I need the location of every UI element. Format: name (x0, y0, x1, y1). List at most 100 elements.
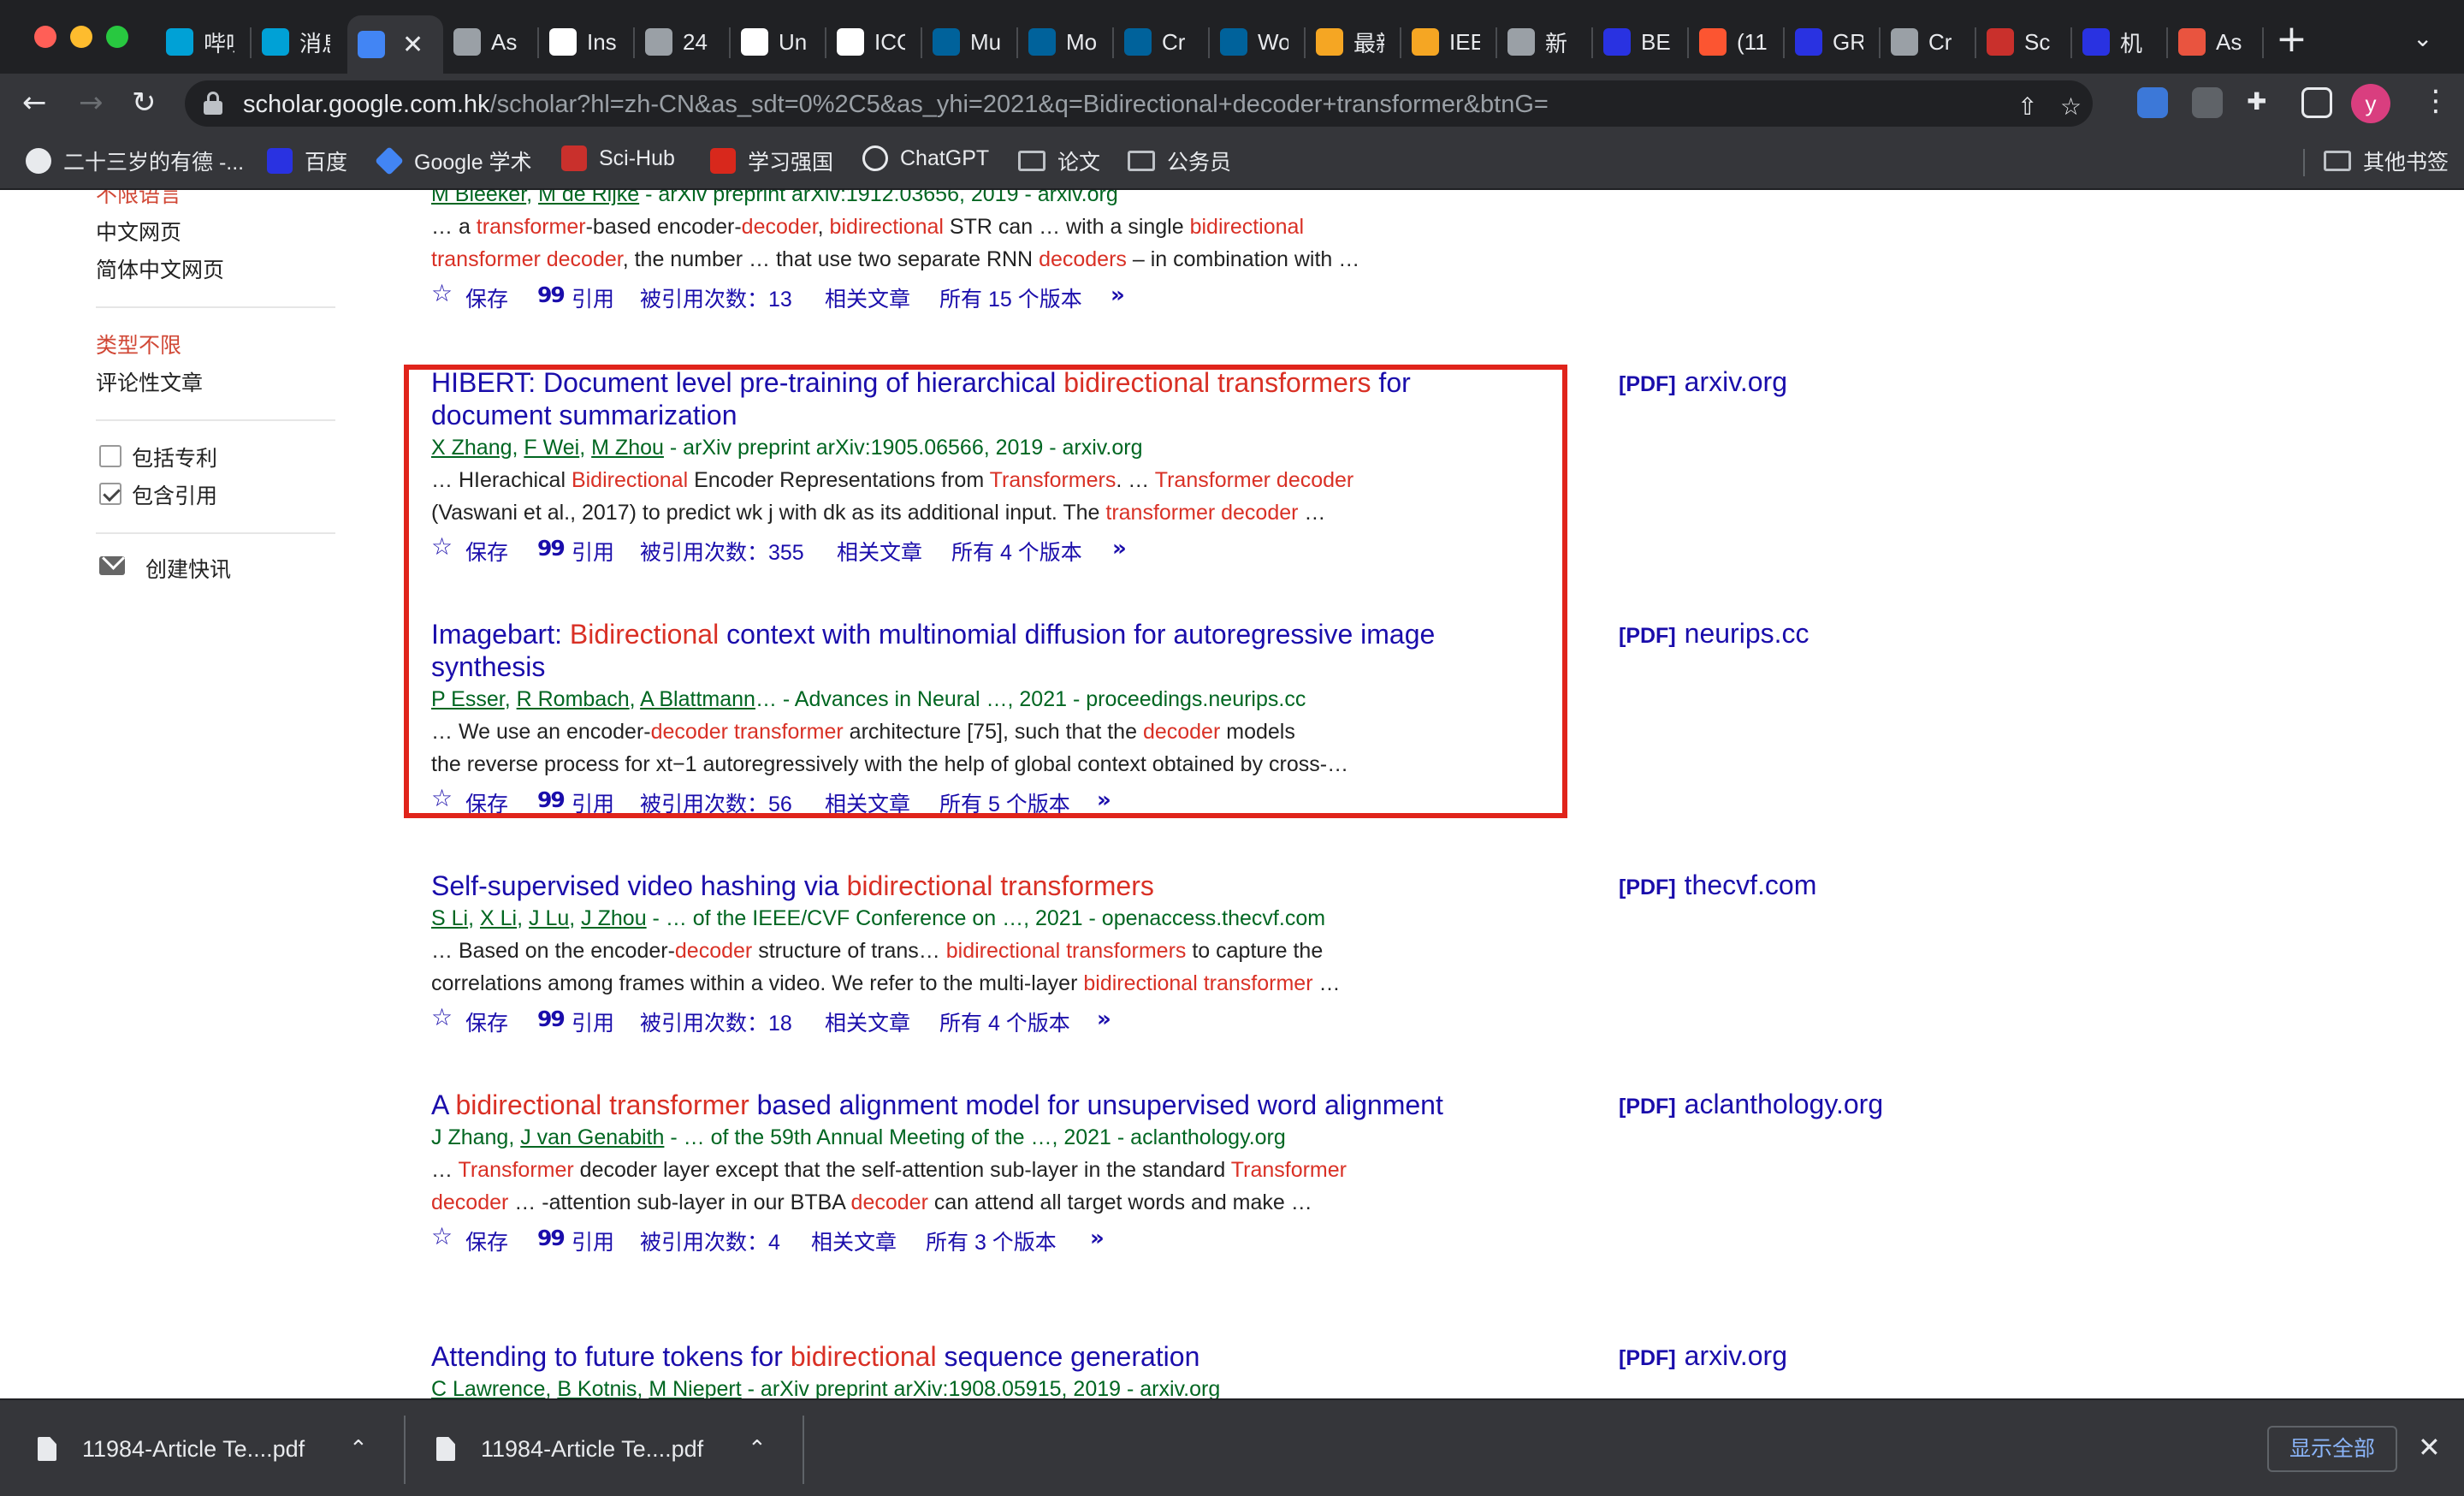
browser-tab[interactable]: Mo (1018, 15, 1114, 68)
bookmark-item[interactable]: Google 学术 (375, 145, 532, 176)
close-icon[interactable]: ✕ (2418, 1431, 2441, 1463)
save-link[interactable]: 保存 (465, 1006, 508, 1037)
extensions-puzzle-icon[interactable]: ✚ (2247, 87, 2266, 116)
author-link[interactable]: A Blattmann (640, 687, 755, 711)
browser-tab[interactable]: As (443, 15, 539, 68)
author-link[interactable]: X Zhang (431, 436, 512, 460)
more-chevron-icon[interactable]: » (1090, 1226, 1105, 1251)
side-panel-icon[interactable] (2301, 87, 2332, 118)
cited-by-link[interactable]: 被引用次数：18 (640, 1006, 792, 1037)
cite-link[interactable]: 引用 (572, 536, 614, 567)
more-chevron-icon[interactable]: » (1111, 282, 1125, 308)
envelope-icon[interactable] (99, 556, 125, 575)
pdf-link[interactable]: [PDF] neurips.cc (1619, 618, 1810, 650)
pdf-link[interactable]: [PDF] arxiv.org (1619, 366, 1787, 398)
author-link[interactable]: R Rombach (517, 687, 630, 711)
chevron-up-icon[interactable]: ⌃ (349, 1436, 368, 1462)
author-link[interactable]: M Bleeker (431, 190, 526, 206)
save-link[interactable]: 保存 (465, 282, 508, 313)
share-icon[interactable]: ⇧ (2017, 92, 2037, 121)
close-tab-icon[interactable]: ✕ (402, 30, 424, 60)
cited-by-link[interactable]: 被引用次数：56 (640, 787, 792, 818)
browser-tab[interactable]: Ins (539, 15, 635, 68)
cite-link[interactable]: 引用 (572, 787, 614, 818)
result-title-link[interactable]: A bidirectional transformer based alignm… (431, 1089, 1509, 1121)
back-arrow-icon[interactable]: ← (22, 86, 47, 120)
window-zoom-button[interactable] (106, 26, 128, 48)
related-articles-link[interactable]: 相关文章 (825, 787, 910, 818)
browser-tab[interactable]: ✕ (347, 15, 443, 74)
bookmark-item[interactable]: Sci-Hub (561, 145, 675, 171)
star-icon[interactable]: ☆ (431, 532, 453, 561)
quote-icon[interactable]: 99 (537, 536, 566, 561)
cited-by-link[interactable]: 被引用次数：13 (640, 282, 792, 313)
forward-arrow-icon[interactable]: → (79, 86, 104, 120)
save-link[interactable]: 保存 (465, 787, 508, 818)
cited-by-link[interactable]: 被引用次数：4 (640, 1226, 780, 1256)
author-link[interactable]: X Li (480, 906, 517, 930)
extension-cloud-icon[interactable] (2137, 87, 2168, 118)
browser-tab[interactable]: Wo (1210, 15, 1306, 68)
star-icon[interactable]: ☆ (431, 784, 453, 812)
url-text[interactable]: scholar.google.com.hk/scholar?hl=zh-CN&a… (243, 91, 1549, 119)
browser-tab[interactable]: Sc (1976, 15, 2072, 68)
quote-icon[interactable]: 99 (537, 787, 566, 812)
pdf-link[interactable]: [PDF] aclanthology.org (1619, 1089, 1883, 1120)
tab-search-chevron-icon[interactable]: ⌄ (2413, 24, 2432, 52)
cite-link[interactable]: 引用 (572, 1226, 614, 1256)
author-link[interactable]: M Zhou (591, 436, 664, 460)
filter-lang-zh[interactable]: 中文网页 (96, 216, 181, 246)
all-versions-link[interactable]: 所有 3 个版本 (926, 1226, 1057, 1256)
result-title-link[interactable]: Self-supervised video hashing via bidire… (431, 870, 1509, 902)
author-link[interactable]: J Zhou (581, 906, 646, 930)
filter-type-review[interactable]: 评论性文章 (96, 366, 203, 397)
filter-lang-zh-simplified[interactable]: 简体中文网页 (96, 253, 224, 284)
browser-tab[interactable]: GR (1785, 15, 1881, 68)
bookmark-folder[interactable]: 公务员 (1128, 145, 1231, 176)
profile-avatar[interactable]: y (2351, 84, 2390, 123)
author-link[interactable]: J Lu (529, 906, 569, 930)
related-articles-link[interactable]: 相关文章 (811, 1226, 897, 1256)
browser-tab[interactable]: Un (731, 15, 826, 68)
star-icon[interactable]: ☆ (431, 1222, 453, 1250)
star-icon[interactable]: ☆ (431, 279, 453, 307)
result-title-link[interactable]: HIBERT: Document level pre-training of h… (431, 366, 1509, 431)
browser-tab[interactable]: 最新 (1306, 15, 1401, 68)
download-filename[interactable]: 11984-Article Te....pdf (481, 1436, 734, 1463)
browser-tab[interactable]: Mu (922, 15, 1018, 68)
save-link[interactable]: 保存 (465, 536, 508, 567)
browser-tab[interactable]: (11 (1689, 15, 1785, 68)
download-filename[interactable]: 11984-Article Te....pdf (82, 1436, 335, 1463)
window-minimize-button[interactable] (70, 26, 92, 48)
browser-tab[interactable]: 24 (635, 15, 731, 68)
browser-tab[interactable]: ICC (826, 15, 922, 68)
author-link[interactable]: P Esser (431, 687, 505, 711)
more-chevron-icon[interactable]: » (1097, 1006, 1111, 1032)
author-link[interactable]: M Niepert (649, 1377, 741, 1398)
include-patents-checkbox[interactable] (99, 445, 121, 467)
extension-glasses-icon[interactable] (2192, 87, 2223, 118)
bookmark-item[interactable]: 二十三岁的有德 -... (26, 145, 244, 176)
browser-tab[interactable]: BE (1593, 15, 1689, 68)
quote-icon[interactable]: 99 (537, 1226, 566, 1250)
show-all-downloads-button[interactable]: 显示全部 (2267, 1426, 2398, 1472)
more-chevron-icon[interactable]: » (1112, 536, 1127, 561)
create-alert-link[interactable]: 创建快讯 (145, 553, 231, 584)
cited-by-link[interactable]: 被引用次数：355 (640, 536, 804, 567)
browser-tab[interactable]: Cr (1114, 15, 1210, 68)
address-bar[interactable]: scholar.google.com.hk/scholar?hl=zh-CN&a… (185, 80, 2093, 127)
browser-tab[interactable]: As (2168, 15, 2264, 68)
include-citations-checkbox[interactable] (99, 483, 121, 505)
download-item[interactable]: 11984-Article Te....pdf ⌃ (436, 1400, 767, 1496)
star-icon[interactable]: ☆ (431, 1003, 453, 1031)
browser-tab[interactable]: 哔哩 (156, 15, 252, 68)
include-patents-label[interactable]: 包括专利 (132, 442, 217, 472)
filter-lang-any[interactable]: 不限语言 (96, 190, 181, 209)
new-tab-plus-icon[interactable]: + (2276, 21, 2307, 58)
pdf-link[interactable]: [PDF] thecvf.com (1619, 870, 1816, 901)
related-articles-link[interactable]: 相关文章 (837, 536, 922, 567)
result-title-link[interactable]: Attending to future tokens for bidirecti… (431, 1340, 1509, 1373)
bookmark-star-icon[interactable]: ☆ (2060, 92, 2082, 121)
bookmark-item[interactable]: ChatGPT (862, 145, 989, 171)
author-link[interactable]: F Wei (524, 436, 579, 460)
